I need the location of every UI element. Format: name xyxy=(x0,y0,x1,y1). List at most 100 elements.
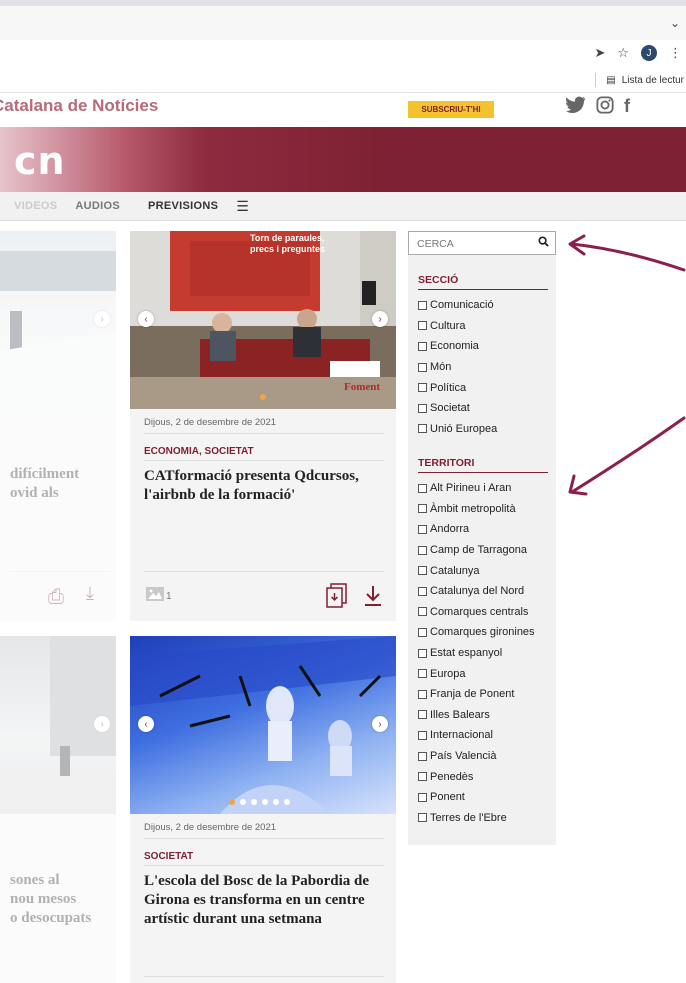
checkbox[interactable] xyxy=(418,483,427,493)
territori-checkbox-row[interactable]: Terres de l'Ebre xyxy=(418,808,548,829)
carousel-dot[interactable] xyxy=(284,799,290,805)
carousel-dot[interactable] xyxy=(251,799,257,805)
checkbox-label[interactable]: Terres de l'Ebre xyxy=(430,812,507,824)
checkbox-label[interactable]: Estat espanyol xyxy=(430,647,502,659)
checkbox[interactable] xyxy=(418,383,427,393)
checkbox-label[interactable]: Comarques gironines xyxy=(430,626,535,638)
checkbox-label[interactable]: Comarques centrals xyxy=(430,606,528,618)
seccio-checkbox-row[interactable]: Món xyxy=(418,357,548,378)
site-logo[interactable]: cn xyxy=(14,139,66,183)
facebook-icon[interactable]: f xyxy=(624,96,630,119)
territori-checkbox-row[interactable]: Illes Balears xyxy=(418,705,548,726)
territori-checkbox-row[interactable]: Penedès xyxy=(418,766,548,787)
checkbox-label[interactable]: Europa xyxy=(430,668,465,680)
bookmark-star-icon[interactable]: ☆ xyxy=(617,45,629,61)
news-card[interactable]: ‹ › Dijous, 2 de desembre de 2021 SOCIET… xyxy=(130,636,396,983)
news-title[interactable]: difícilment ovid als xyxy=(10,465,110,503)
territori-checkbox-row[interactable]: Comarques gironines xyxy=(418,622,548,643)
checkbox[interactable] xyxy=(418,424,427,434)
checkbox-label[interactable]: Ponent xyxy=(430,791,465,803)
carousel-dot[interactable] xyxy=(262,799,268,805)
checkbox[interactable] xyxy=(418,586,427,596)
territori-checkbox-row[interactable]: Franja de Ponent xyxy=(418,684,548,705)
territori-checkbox-row[interactable]: Europa xyxy=(418,663,548,684)
territori-checkbox-row[interactable]: Internacional xyxy=(418,725,548,746)
seccio-checkbox-row[interactable]: Societat xyxy=(418,398,548,419)
news-title[interactable]: CATformació presenta Qdcursos, l'airbnb … xyxy=(144,467,374,505)
download-icon[interactable]: ⤓ xyxy=(86,583,94,604)
carousel-next-button[interactable]: › xyxy=(94,716,110,732)
checkbox-label[interactable]: Economia xyxy=(430,340,479,352)
checkbox[interactable] xyxy=(418,524,427,534)
seccio-checkbox-row[interactable]: Comunicació xyxy=(418,295,548,316)
checkbox-label[interactable]: Món xyxy=(430,361,451,373)
checkbox-label[interactable]: Comunicació xyxy=(430,299,494,311)
checkbox[interactable] xyxy=(418,751,427,761)
checkbox-label[interactable]: Alt Pirineu i Aran xyxy=(430,482,511,494)
site-brand-name[interactable]: Catalana de Notícies xyxy=(0,96,158,116)
more-menu-icon[interactable]: ⋮ xyxy=(669,45,682,61)
checkbox[interactable] xyxy=(418,300,427,310)
territori-checkbox-row[interactable]: Camp de Tarragona xyxy=(418,540,548,561)
send-icon[interactable]: ➤ xyxy=(594,45,605,61)
news-categories[interactable]: ECONOMIA, SOCIETAT xyxy=(144,446,254,457)
checkbox[interactable] xyxy=(418,792,427,802)
territori-checkbox-row[interactable]: Estat espanyol xyxy=(418,643,548,664)
news-categories[interactable]: SOCIETAT xyxy=(144,851,193,862)
checkbox[interactable] xyxy=(418,689,427,699)
territori-checkbox-row[interactable]: País Valencià xyxy=(418,746,548,767)
reading-list-button[interactable]: Lista de lectur xyxy=(622,75,684,86)
territori-checkbox-row[interactable]: Catalunya xyxy=(418,560,548,581)
twitter-icon[interactable] xyxy=(566,96,586,119)
territori-checkbox-row[interactable]: Alt Pirineu i Aran xyxy=(418,478,548,499)
search-input[interactable] xyxy=(415,237,529,251)
checkbox-label[interactable]: Camp de Tarragona xyxy=(430,544,527,556)
news-card-left-2[interactable]: › sones al nou mesos o desocupats xyxy=(0,636,116,983)
seccio-checkbox-row[interactable]: Unió Europea xyxy=(418,419,548,440)
carousel-prev-button[interactable]: ‹ xyxy=(138,716,154,732)
checkbox-label[interactable]: Àmbit metropolità xyxy=(430,503,516,515)
news-card-left-1[interactable]: › difícilment ovid als ⎙ ⤓ xyxy=(0,231,116,621)
checkbox-label[interactable]: Internacional xyxy=(430,729,493,741)
territori-checkbox-row[interactable]: Ponent xyxy=(418,787,548,808)
checkbox[interactable] xyxy=(418,607,427,617)
checkbox[interactable] xyxy=(418,627,427,637)
seccio-checkbox-row[interactable]: Cultura xyxy=(418,316,548,337)
checkbox[interactable] xyxy=(418,504,427,514)
territori-checkbox-row[interactable]: Catalunya del Nord xyxy=(418,581,548,602)
carousel-next-button[interactable]: › xyxy=(372,311,388,327)
seccio-checkbox-row[interactable]: Economia xyxy=(418,336,548,357)
carousel-prev-button[interactable]: ‹ xyxy=(138,311,154,327)
checkbox-label[interactable]: Catalunya xyxy=(430,565,480,577)
territori-checkbox-row[interactable]: Àmbit metropolità xyxy=(418,499,548,520)
tab-search-chevron-icon[interactable]: ⌄ xyxy=(670,16,680,30)
checkbox-label[interactable]: Catalunya del Nord xyxy=(430,585,524,597)
download-text-icon[interactable] xyxy=(326,583,348,614)
download-text-icon[interactable]: ⎙ xyxy=(48,586,64,609)
news-card[interactable]: Torn de paraules, precs i preguntes Fome… xyxy=(130,231,396,621)
checkbox-label[interactable]: País Valencià xyxy=(430,750,496,762)
checkbox-label[interactable]: Cultura xyxy=(430,320,465,332)
nav-item-audios[interactable]: AUDIOS xyxy=(75,200,120,212)
browser-tab[interactable]: ⌄ xyxy=(0,6,686,40)
checkbox[interactable] xyxy=(418,730,427,740)
checkbox[interactable] xyxy=(418,321,427,331)
checkbox[interactable] xyxy=(418,362,427,372)
checkbox-label[interactable]: Franja de Ponent xyxy=(430,688,514,700)
checkbox[interactable] xyxy=(418,772,427,782)
checkbox[interactable] xyxy=(418,669,427,679)
news-title[interactable]: L'escola del Bosc de la Pabordia de Giro… xyxy=(144,872,380,929)
checkbox[interactable] xyxy=(418,341,427,351)
news-title[interactable]: sones al nou mesos o desocupats xyxy=(10,871,110,928)
checkbox[interactable] xyxy=(418,566,427,576)
nav-item-videos[interactable]: VIDEOS xyxy=(14,200,57,212)
search-icon[interactable] xyxy=(538,236,549,250)
carousel-dot-active[interactable] xyxy=(229,799,235,805)
checkbox-label[interactable]: Unió Europea xyxy=(430,423,497,435)
checkbox-label[interactable]: Política xyxy=(430,382,466,394)
carousel-dot-active[interactable] xyxy=(260,394,266,400)
checkbox[interactable] xyxy=(418,710,427,720)
hamburger-menu-icon[interactable]: ☰ xyxy=(236,198,249,215)
instagram-icon[interactable] xyxy=(596,96,614,119)
checkbox-label[interactable]: Penedès xyxy=(430,771,473,783)
